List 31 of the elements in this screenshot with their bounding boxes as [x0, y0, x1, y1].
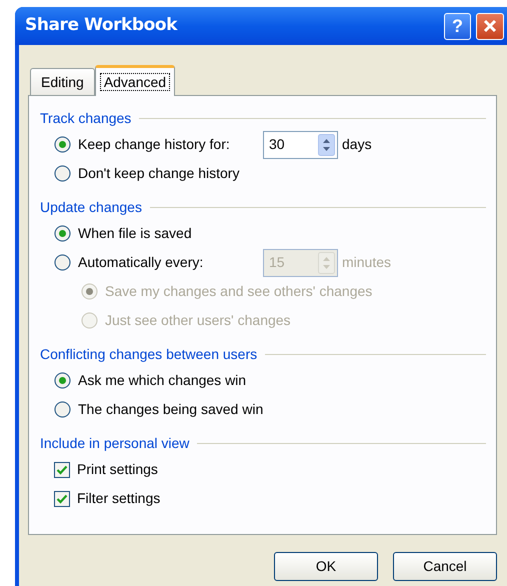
checkbox[interactable]: [54, 490, 70, 506]
unit-label: minutes: [342, 253, 392, 272]
close-button[interactable]: [476, 12, 504, 40]
checkbox[interactable]: [54, 462, 70, 478]
group-heading: Track changes: [40, 108, 132, 128]
tab[interactable]: Advanced: [94, 65, 176, 96]
option-label[interactable]: When file is saved: [78, 223, 192, 244]
radio-button[interactable]: [54, 254, 71, 271]
radio-button[interactable]: [54, 372, 71, 389]
group-heading: Conflicting changes between users: [40, 344, 258, 364]
option-label[interactable]: Automatically every:: [78, 252, 204, 273]
group-heading: Update changes: [40, 198, 142, 217]
spin-field[interactable]: 30: [263, 130, 338, 158]
radio-button[interactable]: [54, 165, 71, 182]
close-icon: [483, 19, 497, 33]
dialog-button[interactable]: Cancel: [393, 552, 497, 581]
radio-button[interactable]: [54, 401, 71, 418]
radio-button[interactable]: [54, 136, 71, 153]
option-label[interactable]: The changes being saved win: [78, 399, 264, 420]
radio-button[interactable]: [54, 225, 71, 242]
window-title: Share Workbook: [25, 14, 178, 38]
group-heading: Include in personal view: [40, 434, 190, 453]
tab[interactable]: Editing: [30, 68, 95, 95]
option-label[interactable]: Keep change history for:: [78, 134, 230, 155]
option-label[interactable]: Ask me which changes win: [78, 370, 246, 391]
option-label[interactable]: Filter settings: [77, 488, 160, 509]
spinner-arrows-icon[interactable]: [318, 134, 335, 156]
unit-label: days: [342, 135, 372, 154]
option-label[interactable]: Print settings: [77, 459, 158, 480]
option-label[interactable]: Don't keep change history: [78, 163, 240, 184]
dialog-button[interactable]: OK: [274, 552, 378, 581]
